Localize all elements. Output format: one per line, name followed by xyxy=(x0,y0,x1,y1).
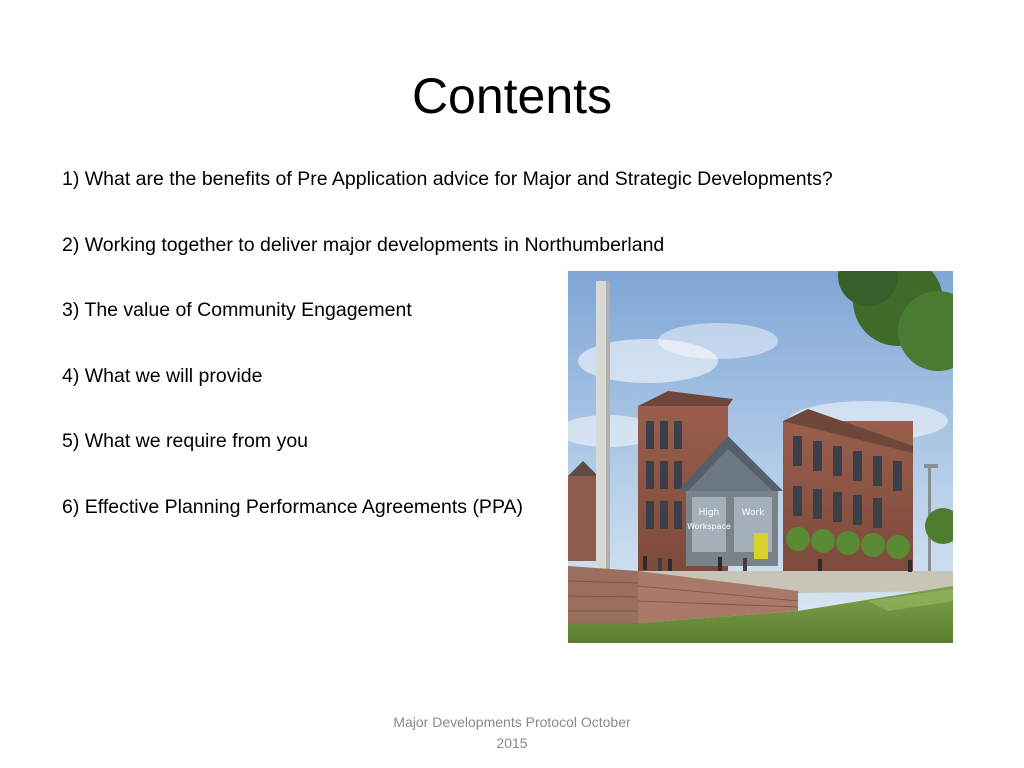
contents-item-benefits: 1) What are the benefits of Pre Applicat… xyxy=(62,168,833,190)
footer: Major Developments Protocol October 2015 xyxy=(362,712,662,754)
building-illustration: High Workspace Work xyxy=(568,271,953,643)
contents-item-working-together: 2) Working together to deliver major dev… xyxy=(62,233,665,256)
sign-text: Workspace xyxy=(687,522,731,531)
page-title: Contents xyxy=(411,68,613,124)
building-illustration-svg: High Workspace Work xyxy=(568,271,953,643)
sign-text-left: High xyxy=(699,508,720,518)
sign-text-right: Work xyxy=(742,508,766,518)
footer-line-2: 2015 xyxy=(496,735,528,751)
slide: Contents 1) What are the benefits of Pre… xyxy=(0,0,1024,768)
footer-line-1: Major Developments Protocol October xyxy=(393,714,631,730)
